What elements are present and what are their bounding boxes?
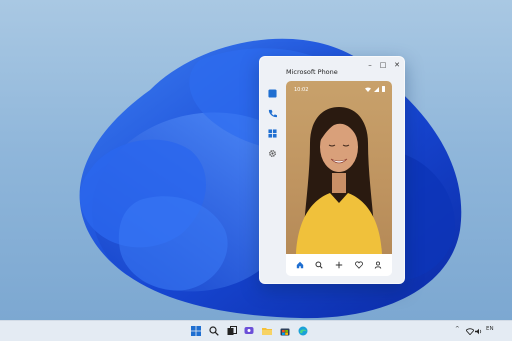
sidebar [260,83,284,263]
battery-icon [382,86,385,92]
minimize-button[interactable]: – [364,60,376,70]
window-title: Microsoft Phone [286,68,338,76]
search-icon [209,326,219,336]
phone-status-time: 10:02 [294,87,309,93]
nav-favorites-button[interactable] [352,258,366,272]
chat-icon [244,327,254,334]
messages-icon [267,88,277,98]
wifi-icon [365,87,371,92]
search-icon [315,261,323,269]
desktop-wallpaper [79,38,462,319]
sidebar-item-calls[interactable] [266,107,278,119]
sidebar-item-apps[interactable] [266,127,278,139]
store-button[interactable] [279,325,291,337]
file-explorer-icon [262,328,272,335]
sidebar-item-messages[interactable] [266,87,278,99]
file-explorer-button[interactable] [261,325,273,337]
nav-home-button[interactable] [293,258,307,272]
taskbar: ^ EN [0,320,512,341]
start-button[interactable] [190,325,202,337]
nav-search-button[interactable] [312,258,326,272]
edge-button[interactable] [297,325,309,337]
microsoft-phone-window: Microsoft Phone – □ ✕ 10:02 [259,56,405,284]
task-view-button[interactable] [226,325,238,337]
tray-overflow-chevron[interactable]: ^ [455,326,460,332]
store-icon [280,328,290,336]
home-icon [296,261,303,269]
windows-start-icon [191,326,201,336]
edge-icon [298,326,308,336]
gear-icon [268,149,276,157]
phone-navigation-bar [286,254,392,276]
volume-icon [475,328,482,334]
sidebar-item-settings[interactable] [266,147,278,159]
photo-content: 10:02 [286,81,392,254]
woman-portrait-image [296,107,382,254]
task-view-icon [227,326,237,335]
tray-language[interactable]: EN [486,326,494,332]
maximize-button[interactable]: □ [377,60,389,70]
phone-screen-mirror[interactable]: 10:02 [286,81,392,276]
tray-volume[interactable] [473,325,485,337]
taskbar-search-button[interactable] [208,325,220,337]
nav-profile-button[interactable] [371,258,385,272]
signal-icon [374,86,379,92]
phone-status-icons [365,86,385,92]
heart-icon [354,261,363,269]
phone-icon [268,109,277,117]
title-bar[interactable]: Microsoft Phone – □ ✕ [260,57,404,83]
chat-button[interactable] [243,325,255,337]
nav-add-button[interactable] [332,258,346,272]
close-button[interactable]: ✕ [391,60,403,70]
add-icon [335,261,343,269]
profile-icon [374,261,382,269]
apps-icon [267,128,277,138]
